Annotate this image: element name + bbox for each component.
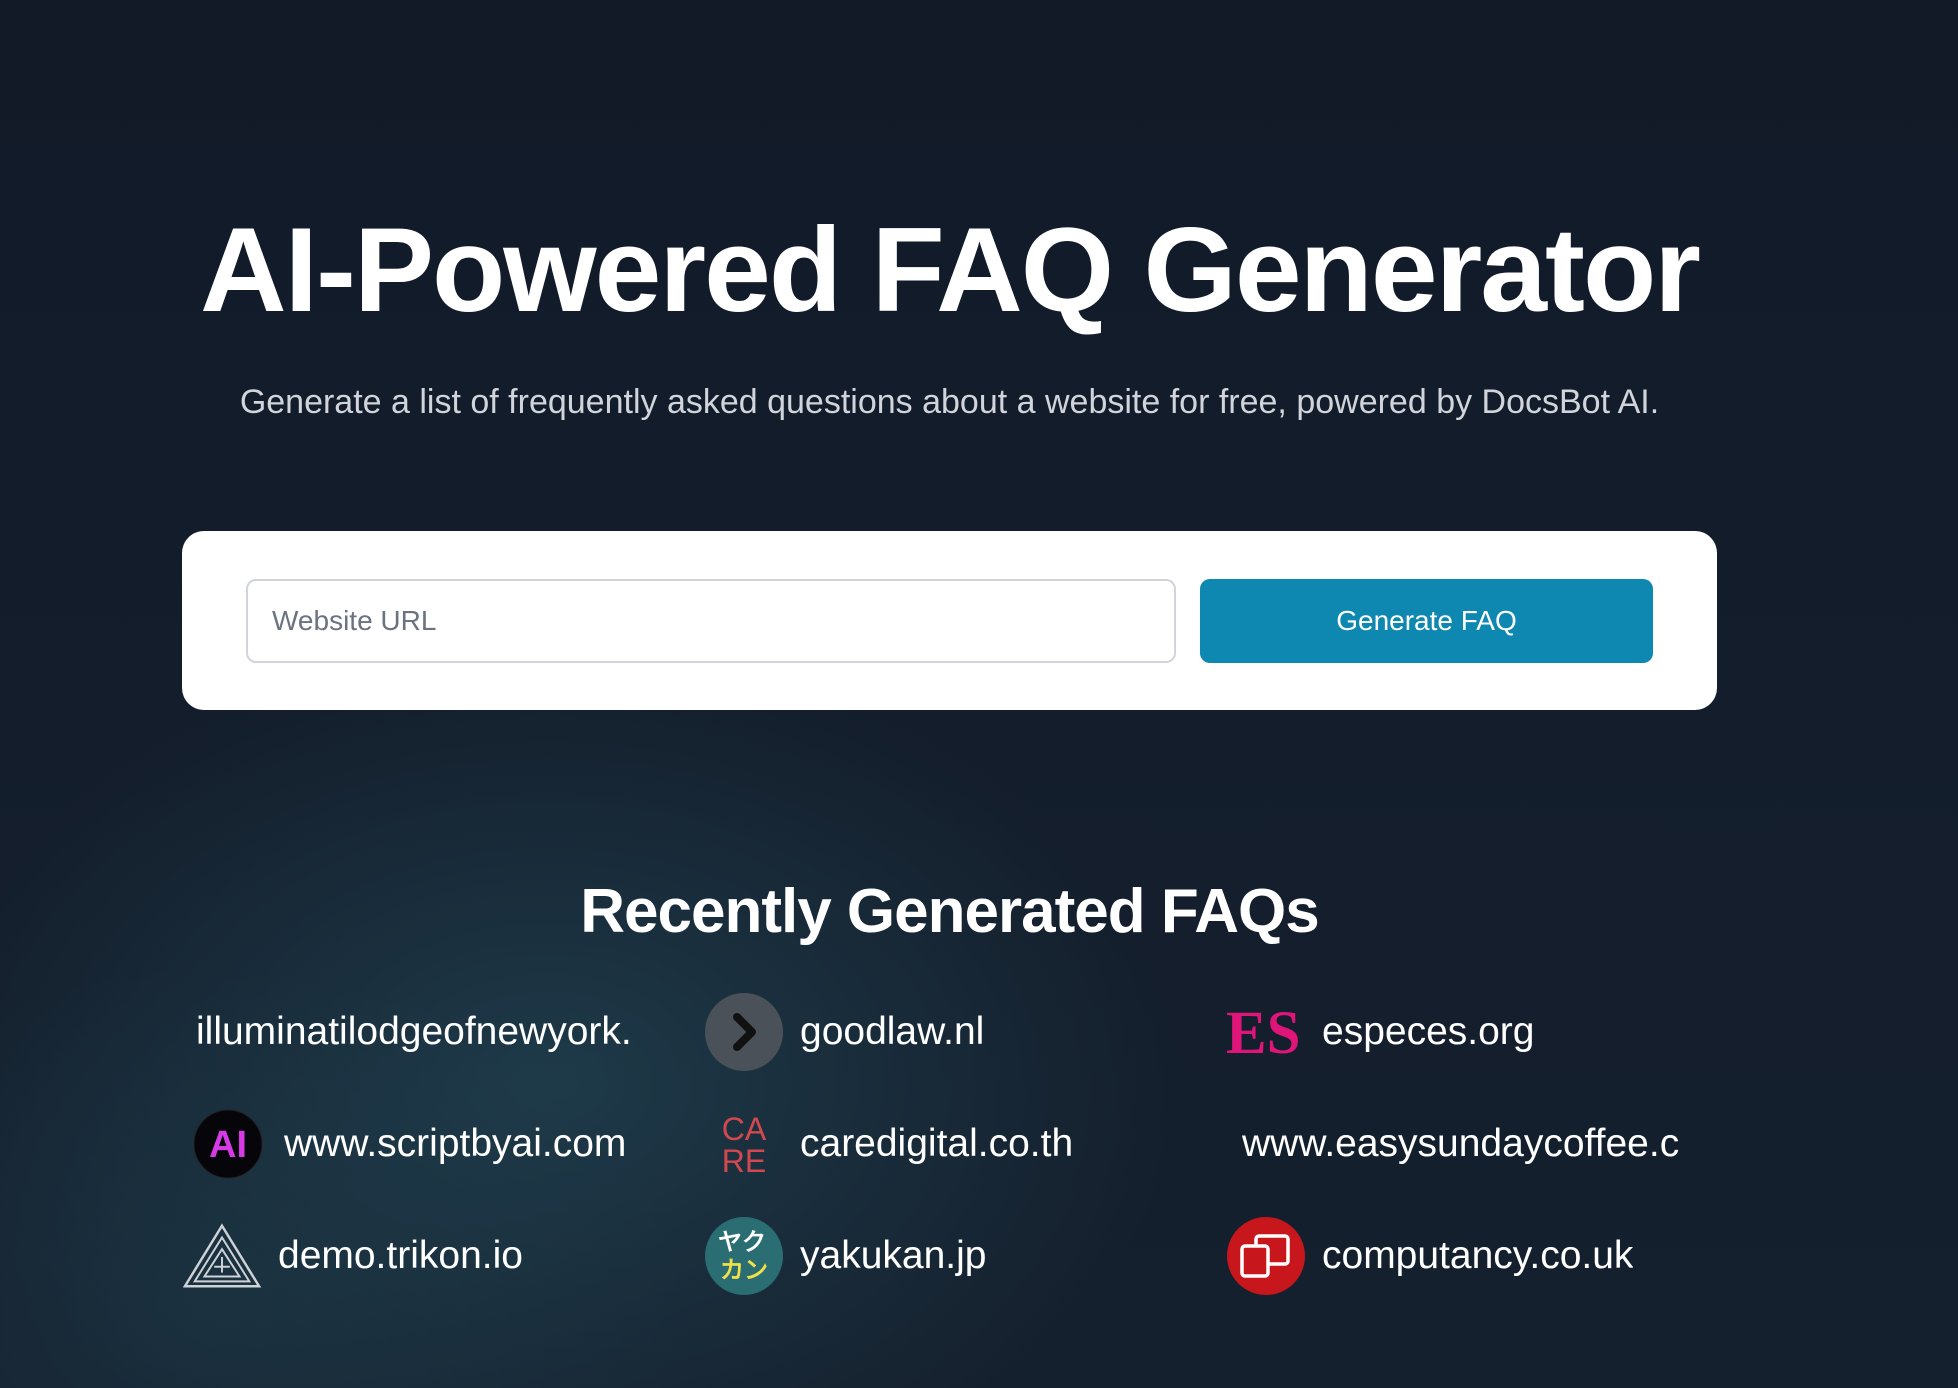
yakukan-logo-bottom: カン (720, 1256, 768, 1284)
faq-domain-label: especes.org (1322, 1010, 1535, 1053)
recent-faq-item[interactable]: illuminatilodgeofnewyork. (196, 990, 706, 1074)
recent-faq-item[interactable]: AI www.scriptbyai.com (188, 1102, 698, 1186)
generate-faq-button[interactable]: Generate FAQ (1200, 579, 1653, 663)
faq-generator-form: Generate FAQ (182, 531, 1717, 710)
es-logo-text: ES (1226, 1000, 1301, 1067)
faq-domain-label: www.easysundaycoffee.c (1242, 1122, 1680, 1165)
recent-faq-item[interactable]: goodlaw.nl (704, 990, 1204, 1074)
recent-faq-item[interactable]: ヤク カン yakukan.jp (704, 1214, 1204, 1298)
yakukan-logo-top: ヤク (718, 1228, 766, 1256)
recent-faq-item[interactable]: demo.trikon.io (182, 1214, 692, 1298)
faq-domain-label: caredigital.co.th (800, 1122, 1074, 1165)
chevron-right-icon (704, 992, 784, 1072)
recent-faq-item[interactable]: CA RE caredigital.co.th (704, 1102, 1204, 1186)
faq-domain-label: www.scriptbyai.com (284, 1122, 627, 1165)
ai-logo-text: AI (209, 1124, 247, 1166)
es-logo-icon: ES (1226, 992, 1306, 1072)
devices-logo-icon (1226, 1216, 1306, 1296)
care-logo-bottom: RE (722, 1143, 766, 1179)
recent-faq-item[interactable]: ES especes.org (1226, 990, 1716, 1074)
recent-faqs-grid: illuminatilodgeofnewyork. goodlaw.nl ES … (182, 990, 1717, 1310)
website-url-input[interactable] (246, 579, 1176, 663)
care-logo-icon: CA RE (704, 1104, 784, 1184)
yakukan-logo-icon: ヤク カン (704, 1216, 784, 1296)
page-subtitle: Generate a list of frequently asked ques… (239, 383, 1660, 421)
faq-domain-label: illuminatilodgeofnewyork. (196, 1010, 632, 1053)
faq-domain-label: computancy.co.uk (1322, 1234, 1634, 1277)
recent-faq-item[interactable]: www.easysundaycoffee.c (1242, 1102, 1717, 1186)
main-container: AI-Powered FAQ Generator Generate a list… (182, 0, 1717, 1388)
page-title: AI-Powered FAQ Generator (200, 203, 1701, 337)
triangle-maze-icon (182, 1216, 262, 1296)
recent-faqs-heading: Recently Generated FAQs (580, 877, 1320, 946)
faq-domain-label: demo.trikon.io (278, 1234, 523, 1277)
ai-logo-icon: AI (188, 1104, 268, 1184)
care-logo-top: CA (722, 1111, 767, 1147)
faq-domain-label: yakukan.jp (800, 1234, 987, 1277)
recent-faq-item[interactable]: computancy.co.uk (1226, 1214, 1716, 1298)
faq-domain-label: goodlaw.nl (800, 1010, 985, 1053)
